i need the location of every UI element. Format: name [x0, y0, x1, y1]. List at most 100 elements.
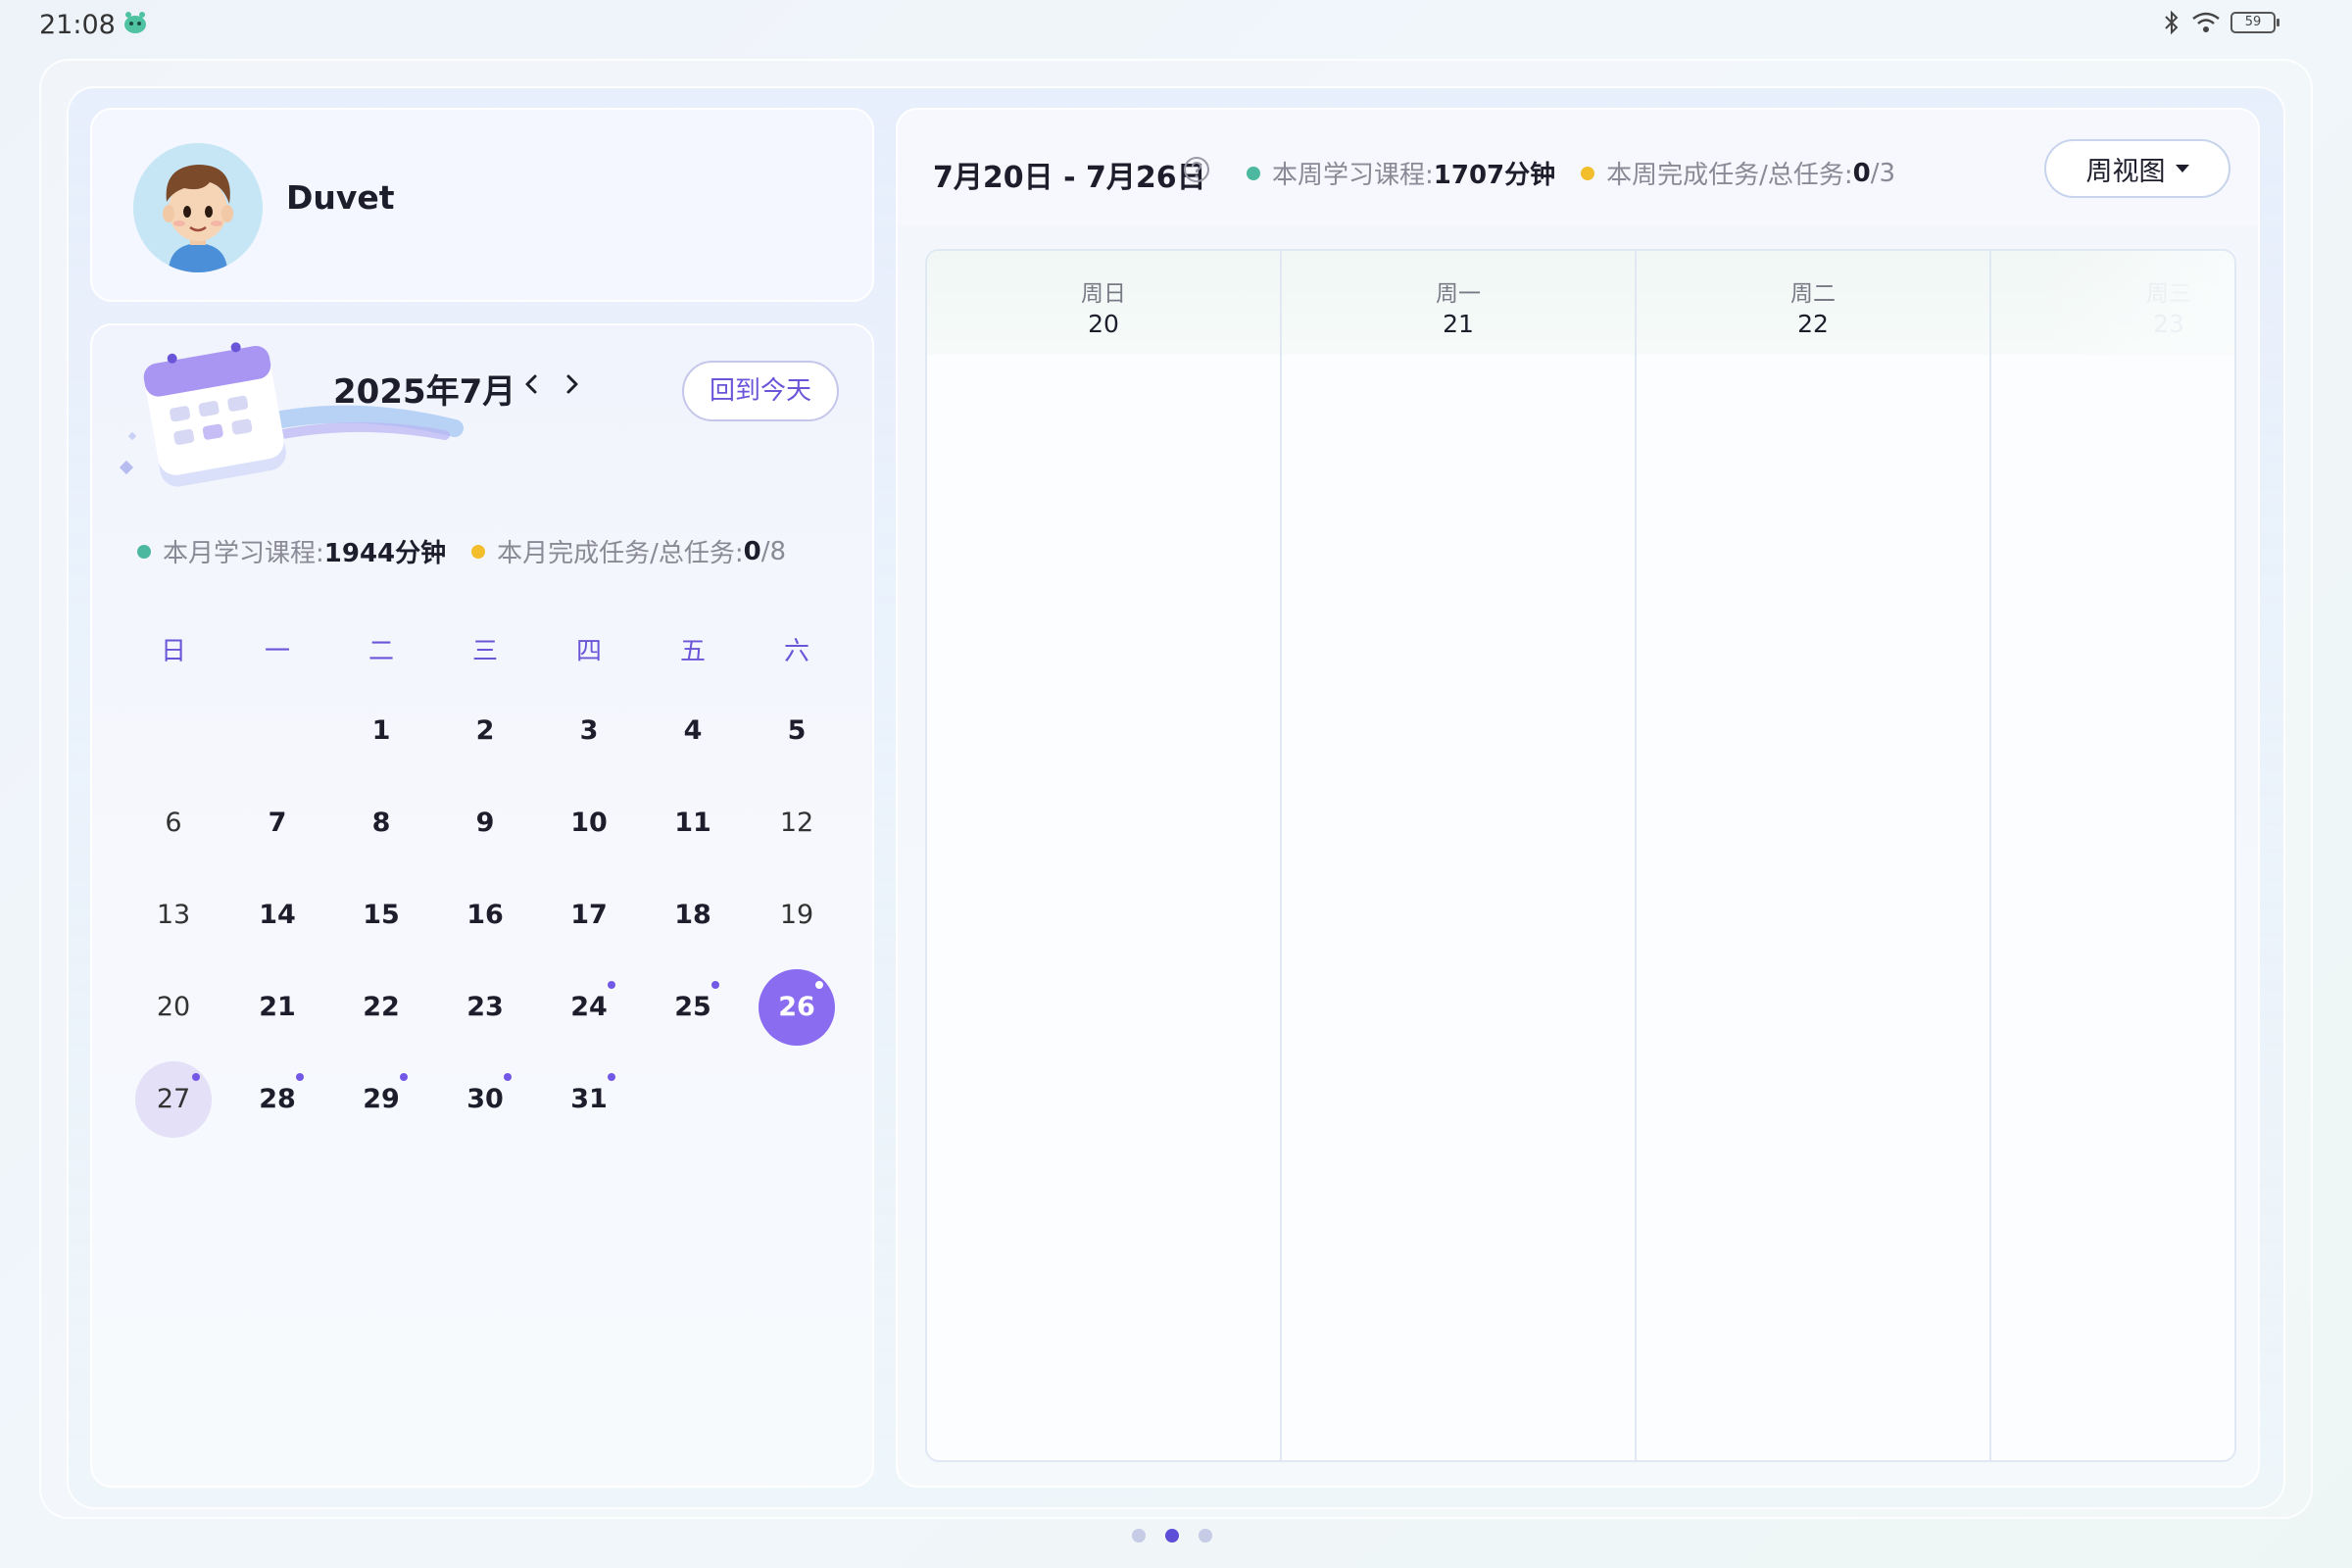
calendar-day[interactable]: 19	[759, 877, 835, 954]
calendar-day[interactable]: 22	[343, 969, 419, 1046]
column-weekday: 周三	[2146, 281, 2191, 307]
calendar-day[interactable]: 28	[239, 1061, 316, 1138]
month-task-done: 0	[743, 536, 761, 566]
column-weekday: 周二	[1790, 281, 1836, 307]
month-title: 2025年7月	[333, 372, 516, 412]
week-header: 7月20日 - 7月26日 本周学习课程: 1707分钟 本周完成任务/总任务:…	[898, 110, 2258, 225]
weekday-header: 日 一 二 三 四 五 六	[122, 619, 847, 674]
status-time: 21:08	[39, 10, 116, 40]
week-view-panel: 7月20日 - 7月26日 本周学习课程: 1707分钟 本周完成任务/总任务:…	[896, 108, 2260, 1488]
weekday-label: 一	[264, 637, 290, 666]
task-marker-dot	[815, 981, 823, 989]
month-calendar-card: 2025年7月 回到今天 本月学习课程: 1944分钟 本月完成任务/总任务: …	[90, 323, 874, 1488]
calendar-day[interactable]: 4	[655, 693, 731, 769]
calendar-day[interactable]: 9	[447, 785, 523, 861]
week-task-done: 0	[1852, 158, 1871, 188]
caret-down-icon	[2175, 165, 2189, 172]
prev-month-button[interactable]	[515, 367, 547, 402]
calendar-day[interactable]: 17	[551, 877, 627, 954]
calendar-day-number: 15	[363, 900, 400, 930]
calendar-day-number: 10	[570, 808, 608, 838]
page-indicator[interactable]	[1132, 1529, 1212, 1543]
calendar-day-number: 6	[165, 808, 182, 838]
calendar-day-number: 25	[674, 992, 711, 1022]
study-dot-icon	[1247, 166, 1260, 180]
status-bar: 21:08 59	[0, 0, 2352, 49]
day-column[interactable]: 周二 22	[1637, 251, 1991, 1460]
calendar-day-number: 11	[674, 808, 711, 838]
calendar-day[interactable]: 3	[551, 693, 627, 769]
help-icon[interactable]	[1182, 155, 1211, 184]
month-task-label: 本月完成任务/总任务:	[497, 539, 744, 568]
calendar-day[interactable]: 24	[551, 969, 627, 1046]
calendar-day[interactable]: 5	[759, 693, 835, 769]
calendar-day[interactable]: 7	[239, 785, 316, 861]
calendar-day[interactable]: 16	[447, 877, 523, 954]
day-column[interactable]: 周三 23	[1991, 251, 2234, 1460]
page-dot[interactable]	[1199, 1529, 1212, 1543]
day-column[interactable]: 周一 21	[1282, 251, 1637, 1460]
task-dot-icon	[1581, 166, 1595, 180]
study-dot-icon	[137, 544, 151, 559]
month-stats: 本月学习课程: 1944分钟 本月完成任务/总任务: 0 /8	[137, 533, 786, 569]
week-task-label: 本周完成任务/总任务:	[1606, 161, 1853, 190]
week-study-label: 本周学习课程:	[1272, 161, 1434, 190]
calendar-day-number: 28	[259, 1084, 296, 1114]
weekday-label: 三	[471, 637, 498, 666]
task-marker-dot	[504, 1073, 512, 1081]
page-dot[interactable]	[1132, 1529, 1146, 1543]
view-mode-dropdown[interactable]: 周视图	[2044, 139, 2230, 198]
wifi-icon	[2192, 12, 2220, 32]
task-marker-dot	[400, 1073, 408, 1081]
calendar-day[interactable]: 27	[135, 1061, 212, 1138]
calendar-day-number: 2	[475, 715, 495, 746]
calendar-day-number: 30	[466, 1084, 504, 1114]
calendar-day[interactable]: 29	[343, 1061, 419, 1138]
calendar-day[interactable]: 18	[655, 877, 731, 954]
column-date: 21	[1443, 310, 1474, 338]
calendar-day[interactable]: 10	[551, 785, 627, 861]
avatar[interactable]	[133, 143, 263, 272]
calendar-day-number: 27	[156, 1084, 191, 1114]
calendar-day-number: 24	[570, 992, 608, 1022]
app-mascot-icon	[124, 12, 146, 33]
calendar-day[interactable]: 26	[759, 969, 835, 1046]
calendar-day-number: 18	[674, 900, 711, 930]
calendar-day[interactable]: 14	[239, 877, 316, 954]
page-dot[interactable]	[1165, 1529, 1179, 1543]
calendar-day[interactable]: 11	[655, 785, 731, 861]
month-study-value: 1944分钟	[323, 539, 447, 568]
calendar-day-number: 9	[475, 808, 495, 838]
calendar-day[interactable]: 20	[135, 969, 212, 1046]
task-dot-icon	[471, 544, 486, 559]
task-marker-dot	[608, 981, 615, 989]
calendar-day[interactable]: 15	[343, 877, 419, 954]
month-study-label: 本月学习课程:	[163, 539, 324, 568]
back-to-today-button[interactable]: 回到今天	[682, 361, 839, 421]
weekday-label: 五	[679, 637, 706, 666]
next-month-button[interactable]	[557, 367, 588, 402]
weekday-label: 六	[783, 637, 809, 666]
status-icons: 59	[2162, 10, 2279, 35]
avatar-boy-icon	[133, 143, 263, 272]
calendar-day[interactable]: 1	[343, 693, 419, 769]
calendar-day-number: 19	[779, 900, 814, 930]
calendar-day[interactable]: 13	[135, 877, 212, 954]
calendar-day[interactable]: 8	[343, 785, 419, 861]
calendar-day-number: 17	[570, 900, 608, 930]
day-column[interactable]: 周日 20	[927, 251, 1282, 1460]
calendar-day[interactable]: 21	[239, 969, 316, 1046]
week-task-total: /3	[1870, 158, 1896, 188]
calendar-day-number: 26	[778, 992, 815, 1022]
profile-card[interactable]: Duvet	[90, 108, 874, 302]
calendar-day[interactable]: 12	[759, 785, 835, 861]
bluetooth-icon	[2165, 10, 2179, 35]
calendar-day[interactable]: 30	[447, 1061, 523, 1138]
calendar-day-number: 8	[371, 808, 391, 838]
calendar-day[interactable]: 23	[447, 969, 523, 1046]
calendar-day[interactable]: 2	[447, 693, 523, 769]
calendar-day[interactable]: 6	[135, 785, 212, 861]
calendar-day-number: 14	[259, 900, 296, 930]
calendar-day[interactable]: 25	[655, 969, 731, 1046]
calendar-day[interactable]: 31	[551, 1061, 627, 1138]
